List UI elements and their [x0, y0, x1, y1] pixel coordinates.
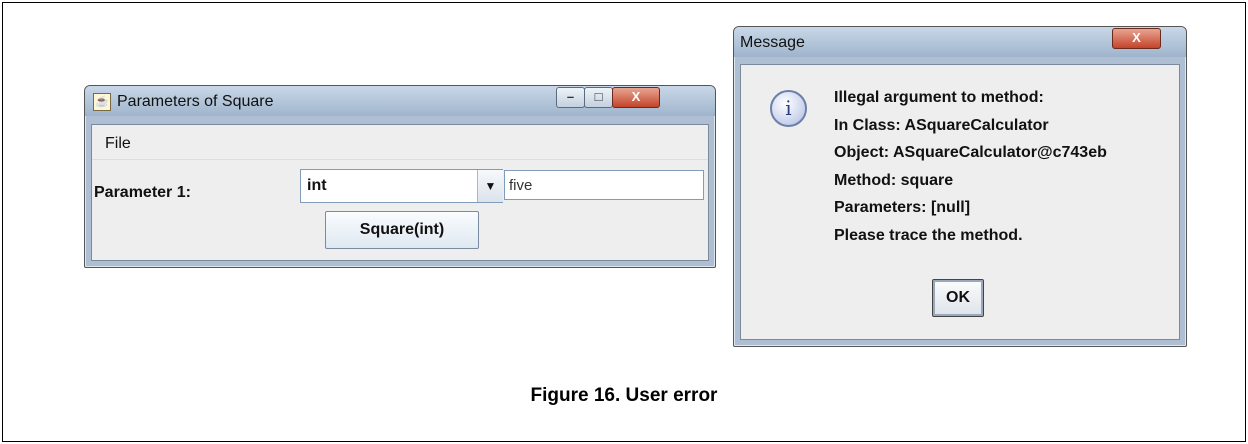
message-dialog: Message X i Illegal argument to method: …: [733, 26, 1187, 347]
close-button[interactable]: X: [612, 87, 660, 108]
close-icon: X: [1132, 30, 1141, 45]
maximize-icon: □: [594, 89, 603, 104]
parameter-1-label: Parameter 1:: [94, 184, 191, 201]
title-bar[interactable]: ☕ Parameters of Square – □ X: [85, 86, 715, 116]
menu-file[interactable]: File: [105, 135, 131, 153]
message-client: i Illegal argument to method: In Class: …: [740, 64, 1180, 340]
message-text: Illegal argument to method: In Class: AS…: [834, 89, 1107, 255]
chevron-down-icon[interactable]: ▼: [477, 170, 503, 202]
message-line: Method: square: [834, 171, 954, 189]
message-line: Illegal argument to method:: [834, 89, 1044, 106]
message-line: Object: ASquareCalculator@c743eb: [834, 144, 1107, 162]
parameters-client: File Parameter 1: int ▼ five Square(int): [91, 124, 709, 261]
type-combo[interactable]: int ▼: [300, 169, 503, 203]
java-app-icon: ☕: [93, 93, 111, 111]
square-button[interactable]: Square(int): [325, 211, 479, 249]
ok-button[interactable]: OK: [932, 279, 984, 317]
maximize-button[interactable]: □: [584, 87, 613, 108]
close-icon: X: [631, 89, 641, 104]
minimize-button[interactable]: –: [556, 87, 585, 108]
info-icon: i: [770, 90, 807, 127]
message-line: Please trace the method.: [834, 226, 1023, 244]
minimize-icon: –: [566, 89, 575, 104]
window-title: Parameters of Square: [117, 93, 274, 110]
parameter-value-input[interactable]: five: [504, 170, 704, 200]
message-line: Parameters: [null]: [834, 199, 971, 217]
type-combo-value: int: [307, 177, 327, 194]
menubar-divider: [92, 159, 708, 160]
close-button[interactable]: X: [1112, 28, 1161, 49]
title-bar[interactable]: Message X: [734, 27, 1186, 57]
figure-caption: Figure 16. User error: [530, 385, 718, 406]
dialog-title: Message: [740, 34, 805, 51]
message-line: In Class: ASquareCalculator: [834, 116, 1049, 134]
parameters-window: ☕ Parameters of Square – □ X File Parame…: [84, 85, 716, 268]
